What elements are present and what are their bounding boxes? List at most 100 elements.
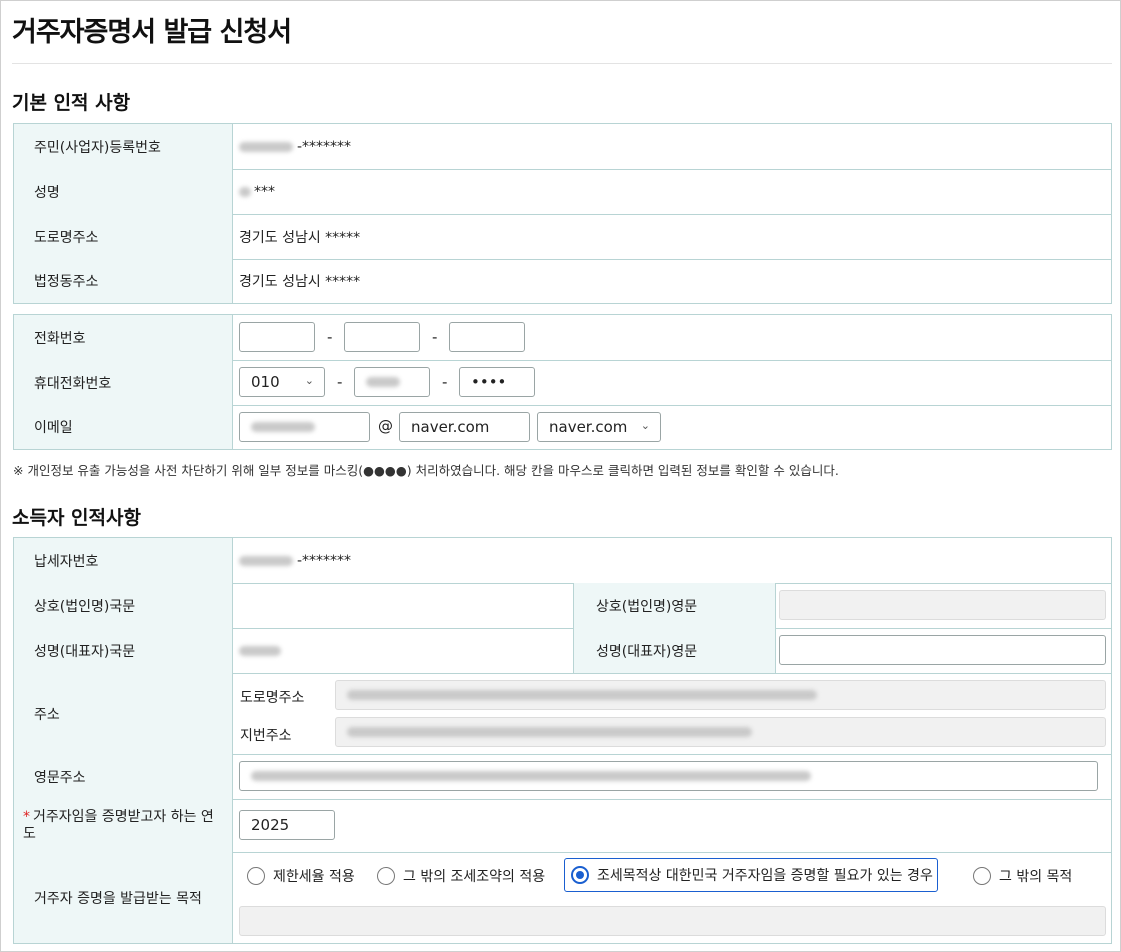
mobile-prefix-select[interactable]: 010 ⌄ [239,367,325,397]
rep-en-input[interactable] [779,635,1106,665]
masked-blur [239,186,251,197]
masked-blur [366,377,400,387]
section-basic-title: 기본 인적 사항 [12,92,131,114]
rep-kr-label: 성명(대표자)국문 [14,628,233,673]
certification-year-value: 2025 [251,816,290,834]
purpose-option-limited-tax-rate[interactable]: 제한세율 적용 [247,860,355,892]
income-info-table: 납세자번호 -******* 상호(법인명)국문 상호(법인명)영문 성명(대표… [13,537,1112,944]
road-address-label: 도로명주소 [14,214,233,259]
representative-row: 성명(대표자)국문 성명(대표자)영문 [14,628,1111,674]
english-address-row: 영문주소 [14,754,1111,800]
rrn-value: -******* [239,124,351,169]
email-domain-value: naver.com [411,418,490,436]
rrn-row: 주민(사업자)등록번호 -******* [14,124,1111,170]
company-en-label: 상호(법인명)영문 [573,583,776,628]
certification-year-row: * 거주자임을 증명받고자 하는 연도 2025 [14,799,1111,853]
mobile-last-value: •••• [471,373,507,391]
masked-blur [239,645,281,656]
rrn-masked-text: -******* [297,138,352,155]
masked-blur [239,555,293,566]
contact-table: 전화번호 - - 휴대전화번호 010 ⌄ - - •••• 이메일 @ nav… [13,314,1112,450]
mobile-label: 휴대전화번호 [14,360,233,405]
purpose-option-other-treaty[interactable]: 그 밖의 조세조약의 적용 [377,860,545,892]
purpose-detail-input[interactable] [239,906,1106,936]
page-title: 거주자증명서 발급 신청서 [12,17,292,48]
email-id-input[interactable] [239,412,370,442]
purpose-option-label: 조세목적상 대한민국 거주자임을 증명할 필요가 있는 경우 [597,868,933,884]
name-row: 성명 *** [14,169,1111,215]
phone-part3-input[interactable] [449,322,525,352]
purpose-option-label: 제한세율 적용 [273,869,355,885]
english-address-input[interactable] [239,761,1098,791]
purpose-option-residency-proof[interactable]: 조세목적상 대한민국 거주자임을 증명할 필요가 있는 경우 [564,858,938,892]
income-lot-address-input[interactable] [335,717,1106,747]
tin-masked-text: -******* [297,552,352,569]
company-row: 상호(법인명)국문 상호(법인명)영문 [14,583,1111,629]
certification-year-input[interactable]: 2025 [239,810,335,840]
chevron-down-icon: ⌄ [640,419,650,432]
email-domain-input[interactable]: naver.com [399,412,530,442]
name-label: 성명 [14,169,233,214]
dash-separator: - [432,328,438,346]
english-address-label: 영문주소 [14,754,233,799]
name-value: *** [239,169,275,214]
mobile-row: 휴대전화번호 010 ⌄ - - •••• [14,360,1111,406]
email-label: 이메일 [14,405,233,449]
section-income-title: 소득자 인적사항 [12,507,141,529]
tin-value: -******* [239,538,351,583]
purpose-label: 거주자 증명을 발급받는 목적 [14,852,233,943]
dash-separator: - [442,373,448,391]
email-at-sign: @ [378,417,393,435]
email-domain-select-value: naver.com [549,418,628,436]
mobile-last-input[interactable]: •••• [459,367,535,397]
address-label: 주소 [14,673,233,754]
phone-label: 전화번호 [14,315,233,360]
phone-part1-input[interactable] [239,322,315,352]
purpose-row: 거주자 증명을 발급받는 목적 제한세율 적용 그 밖의 조세조약의 적용 조세… [14,852,1111,943]
basic-info-table: 주민(사업자)등록번호 -******* 성명 *** 도로명주소 경기도 성남… [13,123,1112,304]
income-lot-address-label: 지번주소 [240,728,292,744]
company-en-input[interactable] [779,590,1106,620]
masked-blur [347,690,817,700]
chevron-down-icon: ⌄ [304,374,314,387]
lot-address-value: 경기도 성남시 ***** [239,274,361,290]
rep-kr-value [239,628,281,673]
phone-part2-input[interactable] [344,322,420,352]
title-divider [12,63,1112,64]
address-row: 주소 도로명주소 지번주소 [14,673,1111,755]
name-masked-text: *** [254,183,275,200]
tin-row: 납세자번호 -******* [14,538,1111,584]
email-domain-select[interactable]: naver.com ⌄ [537,412,661,442]
purpose-option-label: 그 밖의 조세조약의 적용 [403,869,546,885]
required-mark: * [23,808,30,825]
company-kr-label: 상호(법인명)국문 [14,583,233,628]
rep-en-label: 성명(대표자)영문 [573,628,776,673]
phone-row: 전화번호 - - [14,315,1111,361]
radio-icon [377,867,395,885]
masked-blur [251,422,315,432]
privacy-notice: ※ 개인정보 유출 가능성을 사전 차단하기 위해 일부 정보를 마스킹(●●●… [13,463,839,478]
masked-blur [347,727,752,737]
dash-separator: - [337,373,343,391]
email-row: 이메일 @ naver.com naver.com ⌄ [14,405,1111,449]
radio-icon [247,867,265,885]
road-address-value: 경기도 성남시 ***** [239,229,361,246]
dash-separator: - [327,328,333,346]
rrn-label: 주민(사업자)등록번호 [14,124,233,169]
tin-label: 납세자번호 [14,538,233,583]
radio-selected-icon [571,866,589,884]
mobile-middle-input[interactable] [354,367,430,397]
income-road-address-label: 도로명주소 [240,690,305,706]
radio-icon [973,867,991,885]
mobile-prefix-value: 010 [251,373,280,391]
lot-address-row: 법정동주소 경기도 성남시 ***** [14,259,1111,303]
purpose-option-other[interactable]: 그 밖의 목적 [973,860,1072,892]
masked-blur [239,141,293,152]
certification-year-label: * 거주자임을 증명받고자 하는 연도 [14,799,233,852]
masked-blur [251,771,811,781]
purpose-option-label: 그 밖의 목적 [999,869,1073,885]
lot-address-label: 법정동주소 [14,259,233,303]
road-address-row: 도로명주소 경기도 성남시 ***** [14,214,1111,260]
income-road-address-input[interactable] [335,680,1106,710]
certification-year-label-text: 거주자임을 증명받고자 하는 연도 [23,808,214,842]
